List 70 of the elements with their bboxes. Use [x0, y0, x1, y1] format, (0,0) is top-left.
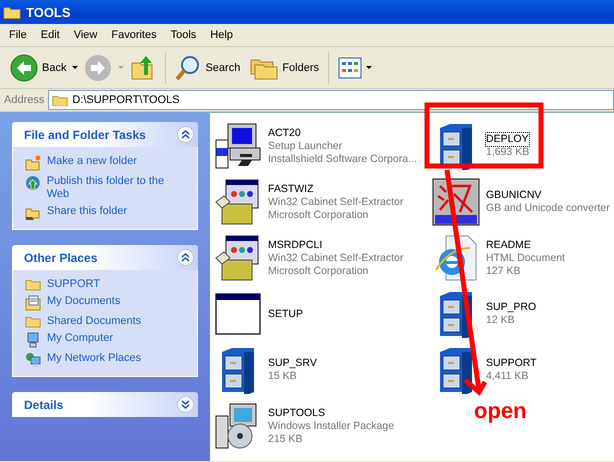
- search-icon: [175, 54, 202, 80]
- file-info: 15 KB: [268, 370, 298, 383]
- menu-item[interactable]: File: [2, 29, 34, 41]
- converter-icon: [432, 178, 480, 226]
- new-folder-icon: [25, 155, 41, 171]
- menu-item[interactable]: Favorites: [104, 29, 164, 41]
- file-info: 12 KB: [486, 314, 516, 327]
- file-info: Windows Installer Package: [268, 420, 394, 432]
- task-link[interactable]: Publish this folder to the Web: [46, 175, 187, 201]
- task-link[interactable]: Share this folder: [47, 205, 128, 218]
- task-link[interactable]: SUPPORT: [47, 278, 100, 291]
- file-name[interactable]: SUPPORT: [486, 357, 537, 370]
- file-info: HTML Document: [486, 252, 565, 264]
- annotation-label: open: [474, 398, 527, 424]
- file-info: 1,693 KB: [486, 146, 530, 159]
- network-icon: [25, 352, 41, 368]
- file-info: Setup Launcher: [268, 140, 344, 152]
- file-name[interactable]: SETUP: [268, 308, 304, 320]
- task-link[interactable]: My Computer: [47, 332, 114, 345]
- chevron-icon: [181, 130, 190, 139]
- file-name[interactable]: SUPTOOLS: [268, 406, 325, 420]
- menu-item[interactable]: Help: [203, 29, 240, 41]
- panel-header[interactable]: Other Places: [12, 245, 198, 270]
- documents-folder-icon: [25, 295, 41, 311]
- folder-icon: [52, 94, 68, 106]
- task-link[interactable]: My Documents: [47, 295, 120, 308]
- file-info: GB and Unicode converter: [486, 202, 610, 215]
- views-icon: [338, 56, 362, 78]
- file-name[interactable]: README: [486, 238, 531, 252]
- expand-button[interactable]: [177, 396, 194, 413]
- search-button[interactable]: Search: [171, 52, 244, 82]
- collapse-button[interactable]: [177, 249, 194, 266]
- file-info: Microsoft Corporation: [268, 208, 370, 222]
- address-label: Address: [4, 94, 44, 106]
- panel-header[interactable]: File and Folder Tasks: [12, 122, 198, 147]
- caret-icon[interactable]: [72, 66, 78, 69]
- file-info: 4,411 KB: [486, 370, 530, 383]
- file-name[interactable]: GBUNICNV: [486, 189, 542, 202]
- collapse-button[interactable]: [177, 126, 194, 143]
- file-name[interactable]: DEPLOY: [486, 133, 529, 146]
- address-field[interactable]: D:\SUPPORT\TOOLS: [48, 90, 614, 110]
- computer-icon: [25, 332, 41, 348]
- folders-button[interactable]: Folders: [246, 54, 324, 82]
- file-name[interactable]: SUP_PRO: [486, 301, 536, 314]
- file-info: Win32 Cabinet Self-Extractor: [268, 252, 404, 264]
- file-name[interactable]: FASTWIZ: [268, 182, 314, 196]
- task-link[interactable]: Make a new folder: [47, 155, 137, 168]
- file-info: 127 KB: [486, 264, 522, 278]
- file-name[interactable]: MSRDPCLI: [268, 238, 322, 252]
- menu-item[interactable]: View: [66, 29, 104, 41]
- back-button[interactable]: Back: [6, 52, 70, 84]
- file-name[interactable]: ACT20: [268, 126, 301, 140]
- file-info: Win32 Cabinet Self-Extractor: [268, 196, 404, 208]
- window-title: TOOLS: [26, 4, 71, 20]
- menu-item[interactable]: Edit: [34, 29, 67, 41]
- task-link[interactable]: My Network Places: [47, 352, 142, 365]
- task-link[interactable]: Shared Documents: [47, 315, 142, 328]
- panel-header[interactable]: Details: [12, 392, 198, 417]
- file-info: Installshield Software Corpora...: [268, 152, 417, 166]
- globe-icon: [25, 175, 41, 191]
- folder-icon: [25, 278, 41, 291]
- file-name[interactable]: SUP_SRV: [268, 357, 317, 370]
- computer-setup-icon: [214, 122, 262, 170]
- chevron-icon: [181, 400, 190, 409]
- menu-item[interactable]: Tools: [164, 29, 204, 41]
- chevron-icon: [181, 253, 190, 262]
- folder-icon: [25, 315, 41, 328]
- folder-icon: [3, 4, 21, 20]
- file-info: Microsoft Corporation: [268, 264, 370, 278]
- file-info: 215 KB: [268, 432, 304, 446]
